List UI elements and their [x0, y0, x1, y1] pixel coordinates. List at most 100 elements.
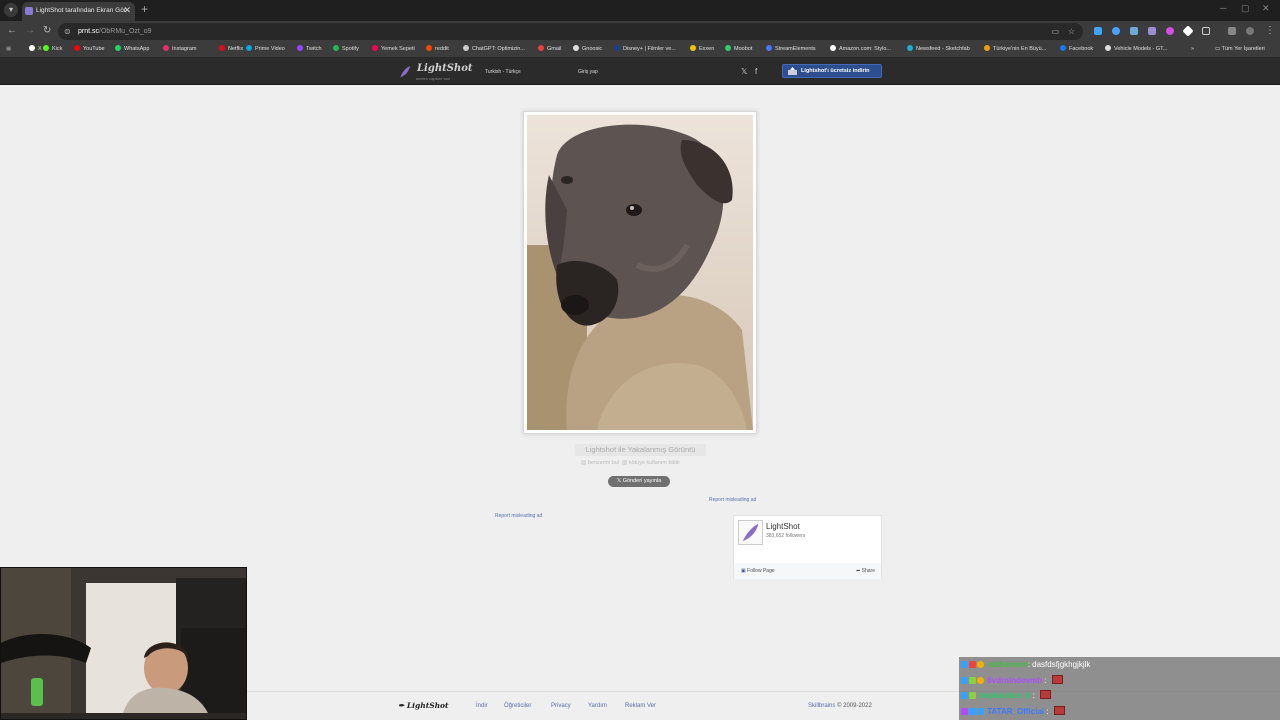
- site-info-icon[interactable]: ⊜: [64, 23, 71, 40]
- bookmark-item[interactable]: Spotify: [333, 45, 359, 54]
- company-link[interactable]: Skillbrains: [808, 703, 835, 709]
- fb-page-name[interactable]: LightShot: [766, 522, 800, 531]
- browser-menu-icon[interactable]: ⋮: [1265, 25, 1275, 36]
- apps-grid-icon[interactable]: ▦: [6, 45, 11, 54]
- feather-logo-icon: [400, 66, 410, 78]
- bookmark-item[interactable]: Moobot: [725, 45, 752, 54]
- footer-link-advertise[interactable]: Reklam Ver: [625, 703, 656, 709]
- lightshot-page-avatar[interactable]: [738, 520, 763, 545]
- download-button-label: Lightshot'ı ücretsiz indirin: [801, 68, 870, 74]
- language-selector[interactable]: Turkish - Türkçe: [485, 69, 521, 75]
- forward-icon[interactable]: →: [25, 25, 35, 36]
- bookmark-item[interactable]: Yemek Sepeti: [372, 45, 415, 54]
- reload-icon[interactable]: ↻: [43, 25, 51, 36]
- cast-icon[interactable]: ▭: [1051, 23, 1059, 40]
- bookmarks-overflow-button[interactable]: »: [1191, 45, 1194, 54]
- bookmark-item[interactable]: X: [29, 45, 42, 54]
- browser-tab[interactable]: LightShot tarafından Ekran Gör ✕: [22, 2, 135, 21]
- bookmark-item[interactable]: Netflix: [219, 45, 243, 54]
- extension-icon[interactable]: [1112, 27, 1120, 35]
- close-window-icon[interactable]: ✕: [1262, 3, 1270, 14]
- dog-screenshot-image[interactable]: [527, 115, 753, 430]
- report-ad-link[interactable]: Report misleading ad: [709, 497, 756, 503]
- extension-icon[interactable]: [1130, 27, 1138, 35]
- login-link[interactable]: Giriş yap: [578, 69, 598, 75]
- bookmark-label: Prime Video: [255, 46, 285, 52]
- all-bookmarks-button[interactable]: ▭ Tüm Yer İşaretleri: [1215, 45, 1265, 54]
- bookmark-label: Spotify: [342, 46, 359, 52]
- report-ad-link[interactable]: Report misleading ad: [495, 513, 542, 519]
- back-icon[interactable]: ←: [7, 25, 17, 36]
- extension-icon[interactable]: [1182, 25, 1194, 37]
- badge-icon: [969, 692, 976, 699]
- screenshot-caption: Lightshot ile Yakalanmış Görüntü: [575, 444, 706, 456]
- bookmark-item[interactable]: YouTube: [74, 45, 105, 54]
- bookmark-favicon-icon: [830, 45, 836, 51]
- fb-action-bar: ▣ Follow Page ➦ Share: [734, 563, 881, 579]
- url-path: /ObRMu_Ozt_o9: [99, 28, 152, 35]
- fb-share-label: Share: [861, 568, 875, 574]
- lightshot-logo[interactable]: LightShot: [417, 63, 473, 74]
- bookmark-item[interactable]: Gnoosic: [573, 45, 602, 54]
- bookmark-item[interactable]: Twitch: [297, 45, 322, 54]
- bookmark-item[interactable]: Facebook: [1060, 45, 1093, 54]
- minimize-icon[interactable]: ─: [1220, 3, 1226, 13]
- chat-username[interactable]: TATAR_Official: [987, 707, 1044, 716]
- bookmark-item[interactable]: Newsfeed - Sketchfab: [907, 45, 970, 54]
- bookmark-favicon-icon: [372, 45, 378, 51]
- profile-avatar-icon[interactable]: [1246, 27, 1254, 35]
- url-input[interactable]: ⊜ prnt.sc/ObRMu_Ozt_o9 ▭ ☆: [58, 23, 1083, 40]
- tweet-button[interactable]: 𝕏 Gönderi yayınla: [608, 476, 670, 487]
- bookmark-item[interactable]: Gmail: [538, 45, 561, 54]
- bookmark-favicon-icon: [115, 45, 121, 51]
- tab-groups-icon[interactable]: [1228, 27, 1236, 35]
- bookmark-item[interactable]: Exxen: [690, 45, 714, 54]
- bookmark-item[interactable]: Amazon.com: Stylo...: [830, 45, 891, 54]
- extension-icon[interactable]: [1094, 27, 1102, 35]
- footer-logo[interactable]: ✒ LightShot: [398, 701, 449, 710]
- footer-link-tutorials[interactable]: Öğreticiler: [504, 703, 531, 709]
- footer-link-download[interactable]: İndir: [476, 703, 488, 709]
- bookmark-star-icon[interactable]: ☆: [1068, 23, 1075, 40]
- fb-follow-button[interactable]: ▣ Follow Page: [741, 568, 775, 574]
- maximize-icon[interactable]: ▢: [1241, 3, 1250, 14]
- chat-message: 6vdrnlndevmb :: [961, 674, 1063, 688]
- badge-icon: [961, 692, 968, 699]
- bookmark-item[interactable]: Prime Video: [246, 45, 285, 54]
- chat-username[interactable]: 6vdrnlndevmb: [987, 676, 1042, 685]
- search-similar-link[interactable]: ▧ benzerini bul: [581, 460, 619, 466]
- chat-username[interactable]: mdhsmnm: [987, 660, 1027, 669]
- lightshot-favicon-icon: [25, 7, 33, 15]
- tab-close-icon[interactable]: ✕: [123, 2, 131, 19]
- chat-username[interactable]: hephaistos_6: [979, 691, 1030, 700]
- twitter-icon[interactable]: 𝕏: [741, 67, 747, 76]
- bookmark-item[interactable]: WhatsApp: [115, 45, 149, 54]
- bookmark-item[interactable]: Instagram: [163, 45, 196, 54]
- fb-follower-count: 383,652 followers: [766, 533, 806, 539]
- facebook-icon[interactable]: f: [755, 67, 757, 76]
- bookmark-item[interactable]: ChatGPT: Optimizin...: [463, 45, 525, 54]
- new-tab-button[interactable]: +: [141, 2, 148, 16]
- extension-icon[interactable]: [1166, 27, 1174, 35]
- bookmark-item[interactable]: Kick: [43, 45, 62, 54]
- bookmark-favicon-icon: [463, 45, 469, 51]
- extension-icon[interactable]: [1148, 27, 1156, 35]
- bookmark-item[interactable]: Disney+ | Filmler ve...: [614, 45, 676, 54]
- bookmark-favicon-icon: [43, 45, 49, 51]
- bookmark-item[interactable]: Türkiye'nin En Büyü...: [984, 45, 1046, 54]
- download-button[interactable]: Lightshot'ı ücretsiz indirin: [782, 64, 882, 78]
- bookmark-label: Gnoosic: [582, 46, 603, 52]
- fb-share-button[interactable]: ➦ Share: [856, 568, 875, 574]
- address-toolbar: ← → ↻ ⊜ prnt.sc/ObRMu_Ozt_o9 ▭ ☆ ⋮: [0, 21, 1280, 42]
- image-actions: ▧ benzerini bul ▧ kötüye kullanım bildir: [581, 460, 680, 466]
- extensions-puzzle-icon[interactable]: [1202, 27, 1210, 35]
- footer-link-help[interactable]: Yardım: [588, 703, 607, 709]
- bookmark-item[interactable]: Vehicle Models - GT...: [1105, 45, 1168, 54]
- footer-link-privacy[interactable]: Privacy: [551, 703, 571, 709]
- tab-search-button[interactable]: ▾: [4, 3, 18, 17]
- bookmark-favicon-icon: [333, 45, 339, 51]
- report-abuse-link[interactable]: ▧ kötüye kullanım bildir: [622, 460, 680, 466]
- bookmark-favicon-icon: [163, 45, 169, 51]
- bookmark-item[interactable]: reddit: [426, 45, 449, 54]
- bookmark-item[interactable]: StreamElements: [766, 45, 816, 54]
